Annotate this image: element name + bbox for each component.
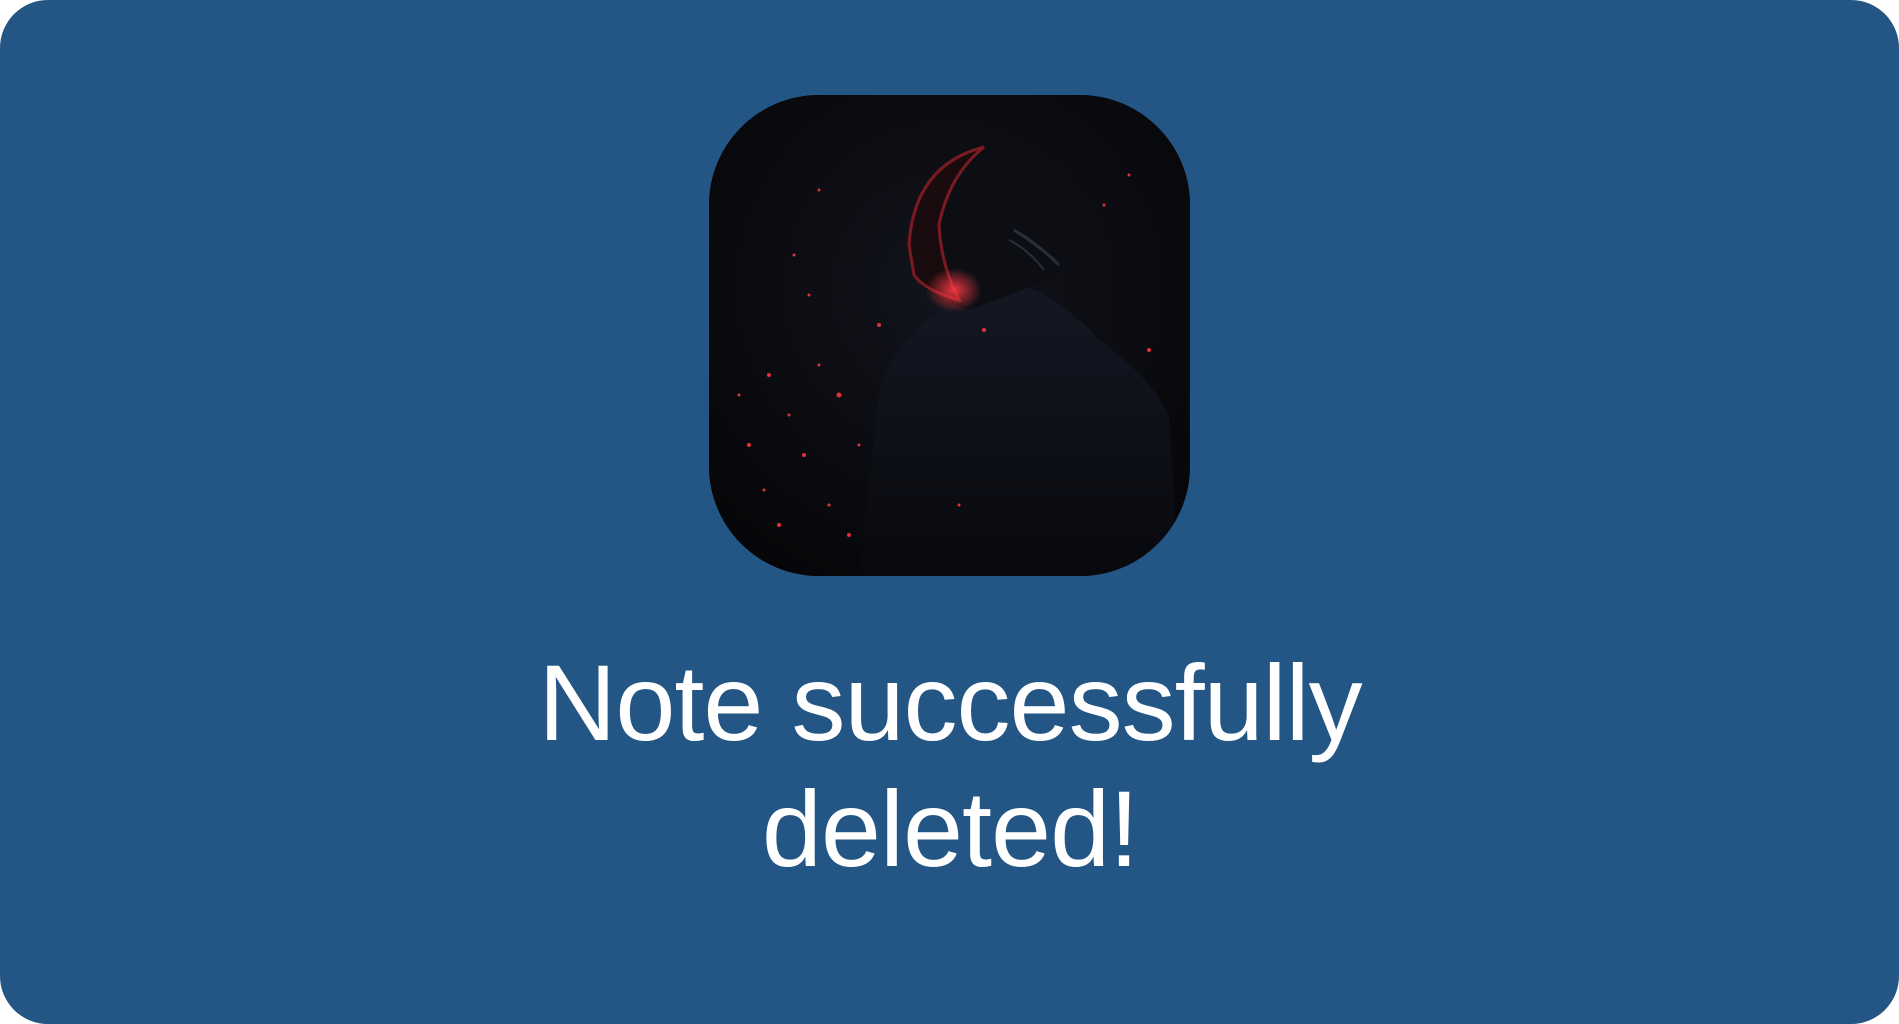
notification-card: Note successfully deleted! [0,0,1899,1024]
hooded-figure-icon [709,95,1190,576]
note-artwork-image [709,95,1190,576]
success-message: Note successfully deleted! [538,642,1362,889]
